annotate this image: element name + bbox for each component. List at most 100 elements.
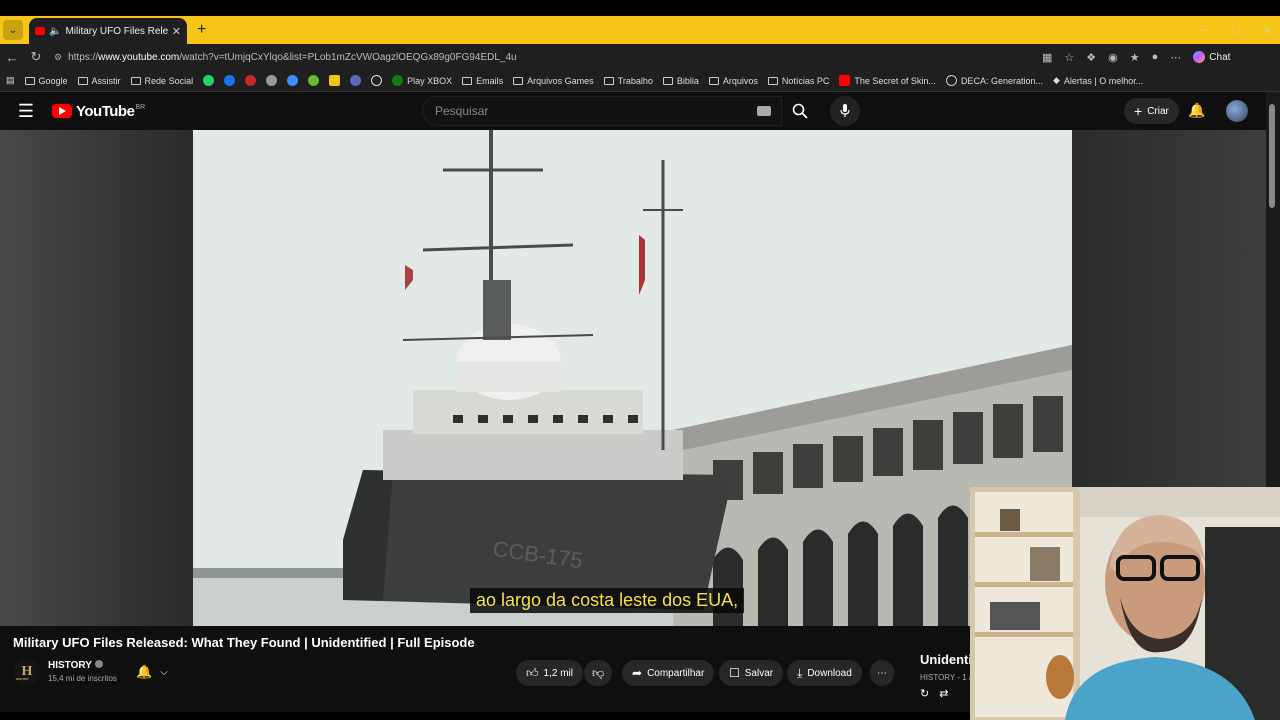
scrollbar-thumb[interactable] [1269, 104, 1275, 208]
channel-avatar[interactable]: H HISTORY [14, 659, 40, 685]
youtube-favicon-icon [35, 27, 45, 35]
video-player[interactable]: CCB-175 [193, 130, 1072, 626]
green-bookmark-icon[interactable] [308, 75, 320, 86]
folder-icon [708, 76, 719, 85]
account-icon[interactable]: ● [1152, 51, 1159, 63]
folder-icon [767, 76, 778, 85]
video-caption: ao largo da costa leste dos EUA, [470, 588, 745, 613]
bookmark-assistir[interactable]: Assistir [77, 76, 121, 86]
voice-search-button[interactable] [830, 96, 860, 126]
bookmark-rede-social[interactable]: Rede Social [130, 76, 193, 86]
window-controls: — □ ✕ [1197, 16, 1272, 44]
bookmark-trabalho[interactable]: Trabalho [603, 76, 653, 86]
youtube-icon [839, 75, 851, 86]
address-bar-row: ← ↻ ⚙ https://www.youtube.com/watch?v=tU… [0, 44, 1280, 70]
star-icon[interactable]: ☆ [1064, 51, 1074, 64]
share-button[interactable]: ➦ Compartilhar [622, 660, 715, 686]
tab-list-icon[interactable]: ⌄ [3, 20, 23, 40]
verified-icon [94, 660, 103, 668]
bookmark-arquivos-games[interactable]: Arquivos Games [513, 76, 594, 86]
folder-icon [77, 76, 88, 85]
close-window-icon[interactable]: ✕ [1263, 24, 1272, 37]
dislike-button[interactable]: 👎︎ [584, 660, 613, 686]
toolbar-icons: ▦ ☆ ❖ ◉ ★ ● ⋯ Chat [1042, 51, 1230, 64]
webcam-overlay [970, 487, 1280, 720]
loop-icon[interactable]: ↻ [920, 688, 939, 700]
grey-bookmark-icon[interactable] [266, 75, 278, 86]
dev-bookmark-icon[interactable] [350, 75, 362, 86]
browser-tab-active[interactable]: 🔈 Military UFO Files Released: W ✕ [29, 18, 187, 44]
minimize-icon[interactable]: — [1197, 24, 1208, 36]
notifications-bell-icon[interactable]: 🔔 [1188, 102, 1205, 119]
avatar[interactable] [1226, 100, 1248, 122]
search-button[interactable] [782, 96, 818, 126]
install-app-icon[interactable]: ▦ [1042, 51, 1052, 64]
bookmark-secret-of-skin[interactable]: The Secret of Skin... [839, 75, 936, 86]
bookmarks-bar: ▤ Google Assistir Rede Social Play XBOX … [0, 70, 1280, 92]
youtube-logo[interactable]: YouTube BR [52, 103, 145, 120]
like-button[interactable]: 👍︎ 1,2 mil [516, 660, 583, 686]
red-bookmark-icon[interactable] [245, 75, 257, 86]
browser-icon[interactable] [224, 75, 236, 86]
url-field[interactable]: ⚙ https://www.youtube.com/watch?v=tUmjqC… [54, 46, 1034, 68]
bookmark-google[interactable]: Google [24, 76, 68, 86]
channel-name[interactable]: HISTORY [48, 660, 103, 671]
player-left-backdrop [0, 130, 193, 626]
whatsapp-icon[interactable] [203, 75, 215, 86]
bookmark-alertas[interactable]: ◆ Alertas | O melhor... [1053, 75, 1143, 86]
s-bookmark-icon[interactable] [371, 75, 383, 86]
folder-icon [662, 76, 673, 85]
bookmark-arquivos[interactable]: Arquivos [708, 76, 758, 86]
microphone-icon [840, 104, 850, 117]
webcam-person-image [970, 487, 1280, 720]
blue-bookmark-icon[interactable] [287, 75, 299, 86]
back-icon[interactable]: ← [0, 50, 24, 65]
search-input[interactable]: Pesquisar [422, 96, 782, 126]
url-text: https://www.youtube.com/watch?v=tUmjqCxY… [68, 51, 517, 63]
bookmark-noticias-pc[interactable]: Notícias PC [767, 76, 829, 86]
download-button[interactable]: ⤓ Download [787, 660, 862, 686]
video-frame-ship: CCB-175 [193, 130, 1072, 626]
share-icon: ➦ [632, 666, 643, 680]
video-title: Military UFO Files Released: What They F… [13, 635, 475, 650]
folder-icon [130, 76, 141, 85]
bookmark-icon: ☐ [729, 666, 740, 680]
new-tab-button[interactable]: + [197, 21, 206, 39]
subscription-notification-button[interactable]: 🔔 ⌵ [136, 660, 188, 684]
more-icon[interactable]: ⋯ [1170, 51, 1181, 64]
browser-tab-bar: ⌄ 🔈 Military UFO Files Released: W ✕ + —… [0, 16, 1280, 44]
bell-icon: 🔔 [136, 664, 153, 679]
maximize-icon[interactable]: □ [1232, 24, 1239, 36]
bookmark-play-xbox[interactable]: Play XBOX [392, 75, 452, 86]
playlist-panel[interactable]: Unidentified HISTORY - 1 / ↻⇄ [907, 626, 970, 720]
speaker-icon[interactable]: 🔈 [49, 26, 61, 37]
search-icon [792, 103, 808, 119]
tab-title: Military UFO Files Released: W [65, 25, 168, 37]
folder-icon [462, 76, 473, 85]
save-button[interactable]: ☐ Salvar [719, 660, 784, 686]
bookmark-emails[interactable]: Emails [462, 76, 503, 86]
close-tab-icon[interactable]: ✕ [172, 25, 181, 38]
bookmark-biblia[interactable]: Biblia [662, 76, 699, 86]
playlist-title: Unidentified [920, 652, 970, 667]
reload-icon[interactable]: ↻ [24, 49, 48, 65]
more-actions-button[interactable]: ⋯ [870, 660, 894, 686]
thumbs-up-icon: 👍︎ [526, 665, 539, 680]
bookmarks-toggle-icon[interactable]: ▤ [6, 75, 15, 86]
video-metadata: Military UFO Files Released: What They F… [0, 626, 970, 720]
shuffle-icon[interactable]: ⇄ [939, 688, 958, 700]
more-icon: ⋯ [877, 667, 887, 679]
profile-icon[interactable]: ◉ [1108, 51, 1118, 64]
extensions-icon[interactable]: ❖ [1086, 51, 1096, 64]
xbox-icon [392, 75, 404, 86]
yellow-bookmark-icon[interactable] [329, 75, 341, 86]
menu-icon[interactable]: ☰ [0, 101, 52, 122]
plus-icon: + [1134, 103, 1143, 119]
keyboard-icon[interactable] [757, 106, 771, 116]
globe-icon [945, 75, 957, 86]
favorites-icon[interactable]: ★ [1130, 51, 1140, 64]
chat-button[interactable]: Chat [1193, 51, 1230, 63]
create-button[interactable]: + Criar [1124, 98, 1179, 124]
bookmark-deca[interactable]: DECA: Generation... [945, 75, 1043, 86]
site-info-icon[interactable]: ⚙ [54, 52, 62, 63]
